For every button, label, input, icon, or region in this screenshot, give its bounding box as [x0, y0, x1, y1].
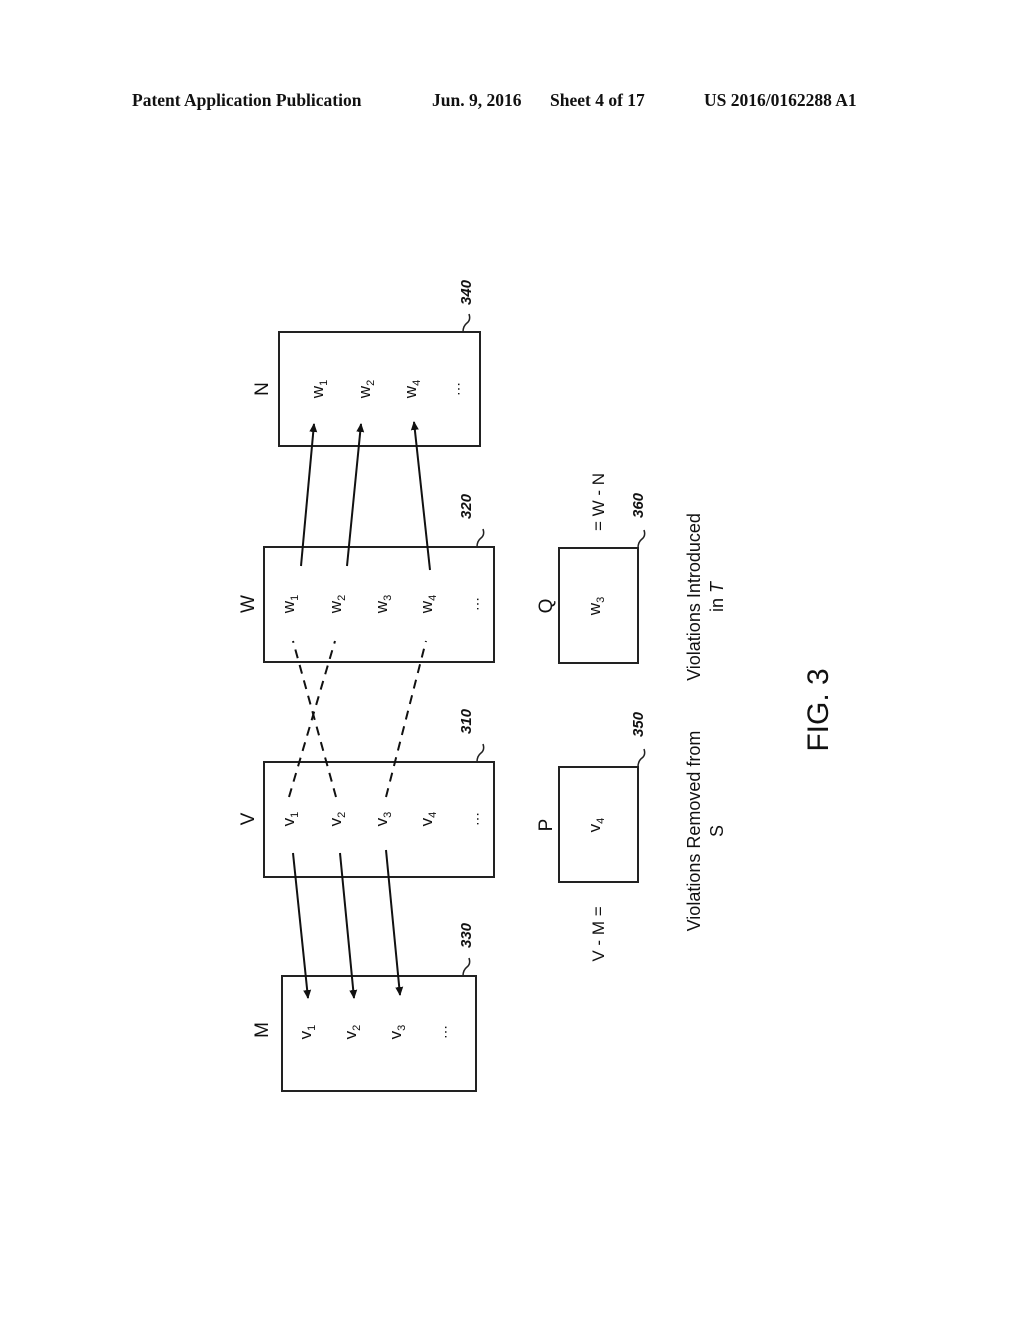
items-W: w1 w2 w3 w4 ⋯ [279, 595, 485, 614]
item-P-1: v4 [585, 818, 607, 833]
item-M-3: v3 [386, 1025, 408, 1040]
note-removed-line2: S [707, 825, 727, 837]
item-M-2: v2 [341, 1025, 363, 1040]
item-N-4: ⋯ [450, 382, 466, 396]
ref-label-310: 310 [458, 708, 475, 734]
items-Q: w3 [585, 597, 607, 616]
items-N: w1 w2 w4 ⋯ [308, 380, 466, 399]
title-W: W [238, 595, 259, 613]
note-introduced-line2: in T [707, 580, 727, 612]
item-V-5: ⋯ [469, 812, 485, 826]
title-V: V [238, 812, 259, 825]
figure-3-diagram: N W V M Q P w1w2w4 ⋯ w1w2w3w4 ⋯ v1v2v3v4 ⋯ … [238, 279, 835, 1092]
note-removed-line1: Violations Removed from [684, 731, 704, 932]
ref-350: 350 [630, 711, 647, 768]
title-P: P [536, 819, 557, 832]
ref-label-360: 360 [630, 492, 647, 518]
item-N-3: w4 [401, 380, 423, 399]
title-M: M [252, 1022, 273, 1038]
link-v3-w4 [385, 640, 427, 798]
items-M: v1 v2 v3 ⋯ [296, 1025, 453, 1040]
item-V-2: v2 [326, 812, 348, 827]
note-introduced-line1: Violations Introduced [684, 513, 704, 681]
ref-label-320: 320 [458, 493, 475, 519]
item-M-4: ⋯ [437, 1025, 453, 1039]
ref-330: 330 [458, 922, 475, 977]
figure-caption: FIG. 3 [802, 668, 835, 751]
note-introduced-prefix: in [707, 593, 727, 612]
ref-340: 340 [458, 279, 475, 333]
ref-label-350: 350 [630, 711, 647, 737]
item-W-1: w1 [279, 595, 301, 614]
item-Q-1: w3 [585, 597, 607, 616]
item-V-4: v4 [417, 812, 439, 827]
ref-360: 360 [630, 492, 647, 549]
item-W-4: w4 [417, 595, 439, 614]
item-W-2: w2 [326, 595, 348, 614]
item-N-2: w2 [355, 380, 377, 399]
box-titles: N W V M Q P [238, 382, 557, 1038]
link-v1-w2 [288, 640, 336, 798]
title-N: N [252, 382, 273, 396]
ref-310: 310 [458, 708, 485, 763]
equation-v-minus-m: V - M = [589, 906, 608, 961]
equation-w-minus-n: = W - N [589, 473, 608, 531]
note-introduced-var: T [707, 580, 727, 593]
link-v2-w1 [292, 640, 337, 798]
items-V: v1 v2 v3 v4 ⋯ [279, 812, 485, 827]
ref-320: 320 [458, 493, 485, 548]
item-V-3: v3 [372, 812, 394, 827]
arrow-v3-to-M [385, 849, 404, 996]
ref-label-330: 330 [458, 922, 475, 948]
items-P: v4 [585, 818, 607, 833]
item-W-3: w3 [372, 595, 394, 614]
item-W-5: ⋯ [469, 597, 485, 611]
item-V-1: v1 [279, 812, 301, 827]
title-Q: Q [536, 599, 557, 614]
ref-label-340: 340 [458, 279, 475, 305]
item-N-1: w1 [308, 380, 330, 399]
item-M-1: v1 [296, 1025, 318, 1040]
